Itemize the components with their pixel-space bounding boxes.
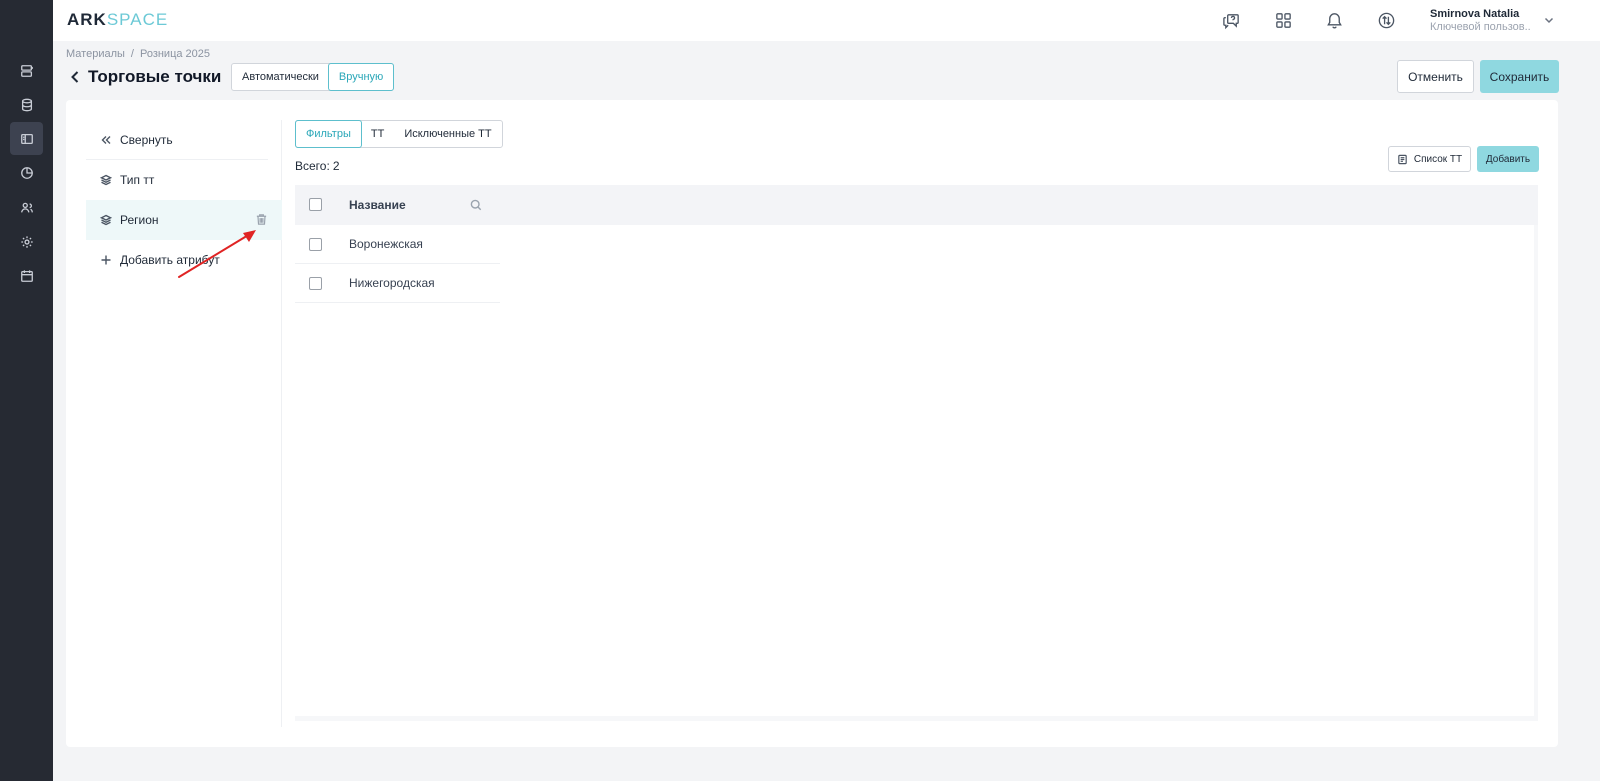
tab-points[interactable]: ТТ xyxy=(361,121,394,147)
rail-item-users[interactable] xyxy=(10,191,43,224)
gear-icon xyxy=(20,235,33,248)
rail-item-servers[interactable] xyxy=(10,54,43,87)
pie-chart-icon xyxy=(20,166,33,179)
bell-icon[interactable] xyxy=(1325,11,1344,30)
mode-toggle: Автоматически Вручную xyxy=(231,63,395,91)
layers-icon xyxy=(100,214,112,226)
apps-grid-icon[interactable] xyxy=(1274,11,1293,30)
mode-manual-button[interactable]: Вручную xyxy=(327,63,395,91)
nav-rail xyxy=(0,0,53,781)
app-logo[interactable]: ARKSPACE xyxy=(67,10,168,30)
points-list-button[interactable]: Список ТТ xyxy=(1388,146,1471,172)
add-button[interactable]: Добавить xyxy=(1477,146,1539,172)
database-icon xyxy=(21,98,32,111)
row-checkbox[interactable] xyxy=(309,277,322,290)
user-role: Ключевой пользов... xyxy=(1430,21,1530,33)
breadcrumb: Материалы / Розница 2025 xyxy=(66,48,210,60)
regions-table: Название Воронежская Нижегородская xyxy=(295,185,1538,721)
total-label: Всего: xyxy=(295,159,330,173)
breadcrumb-item-retail[interactable]: Розница 2025 xyxy=(140,48,210,60)
plus-icon xyxy=(100,254,112,266)
row-checkbox[interactable] xyxy=(309,238,322,251)
table-row[interactable]: Воронежская xyxy=(295,225,500,264)
chevron-down-icon[interactable] xyxy=(1543,14,1555,26)
rail-item-settings[interactable] xyxy=(10,225,43,258)
document-icon xyxy=(1397,154,1408,165)
rail-item-analytics[interactable] xyxy=(10,156,43,189)
logo-space: SPACE xyxy=(106,10,169,29)
collapse-button[interactable]: Свернуть xyxy=(86,120,268,160)
calendar-icon xyxy=(20,269,33,282)
rail-item-layout[interactable] xyxy=(10,122,43,155)
mode-auto-button[interactable]: Автоматически xyxy=(232,64,329,90)
column-header-name: Название xyxy=(349,198,406,212)
search-icon[interactable] xyxy=(470,199,482,211)
tab-filters[interactable]: Фильтры xyxy=(295,120,362,148)
main-card: Свернуть Тип тт Регион Добавить атрибут … xyxy=(66,100,1558,747)
sidebar-item-type[interactable]: Тип тт xyxy=(86,160,282,200)
breadcrumb-item-materials[interactable]: Материалы xyxy=(66,48,125,60)
table-header: Название xyxy=(295,185,1538,225)
rail-item-database[interactable] xyxy=(10,88,43,121)
table-cell-name: Воронежская xyxy=(349,237,423,251)
tab-excluded-points[interactable]: Исключенные ТТ xyxy=(394,121,501,147)
layout-icon xyxy=(20,133,33,144)
support-chat-icon[interactable] xyxy=(1222,11,1241,30)
logo-ark: ARK xyxy=(67,10,107,29)
page-title: Торговые точки xyxy=(88,67,222,86)
table-cell-name: Нижегородская xyxy=(349,276,435,290)
select-all-checkbox[interactable] xyxy=(309,198,322,211)
double-chevron-left-icon xyxy=(100,134,112,146)
back-arrow-icon[interactable] xyxy=(68,70,82,84)
points-list-label: Список ТТ xyxy=(1413,153,1463,165)
filter-tabs: Фильтры ТТ Исключенные ТТ xyxy=(295,120,503,148)
total-value: 2 xyxy=(332,159,340,173)
server-icon xyxy=(20,64,33,77)
collapse-label: Свернуть xyxy=(120,132,173,147)
save-button[interactable]: Сохранить xyxy=(1480,60,1559,93)
table-row[interactable]: Нижегородская xyxy=(295,264,500,303)
top-header: ARKSPACE Smirnova Natalia Ключевой польз… xyxy=(53,0,1600,41)
annotation-arrow xyxy=(178,230,256,278)
cancel-button[interactable]: Отменить xyxy=(1397,60,1474,93)
sync-icon[interactable] xyxy=(1377,11,1396,30)
sidebar-item-label: Регион xyxy=(120,213,159,227)
trash-icon[interactable] xyxy=(255,213,268,226)
rail-item-calendar[interactable] xyxy=(10,259,43,292)
total-count: Всего: 2 xyxy=(295,159,340,173)
users-icon xyxy=(20,202,33,212)
sidebar-item-label: Тип тт xyxy=(120,173,155,187)
attribute-panel: Свернуть Тип тт Регион Добавить атрибут xyxy=(86,120,282,727)
breadcrumb-separator: / xyxy=(130,48,134,60)
user-name[interactable]: Smirnova Natalia xyxy=(1430,8,1519,20)
layers-icon xyxy=(100,174,112,186)
